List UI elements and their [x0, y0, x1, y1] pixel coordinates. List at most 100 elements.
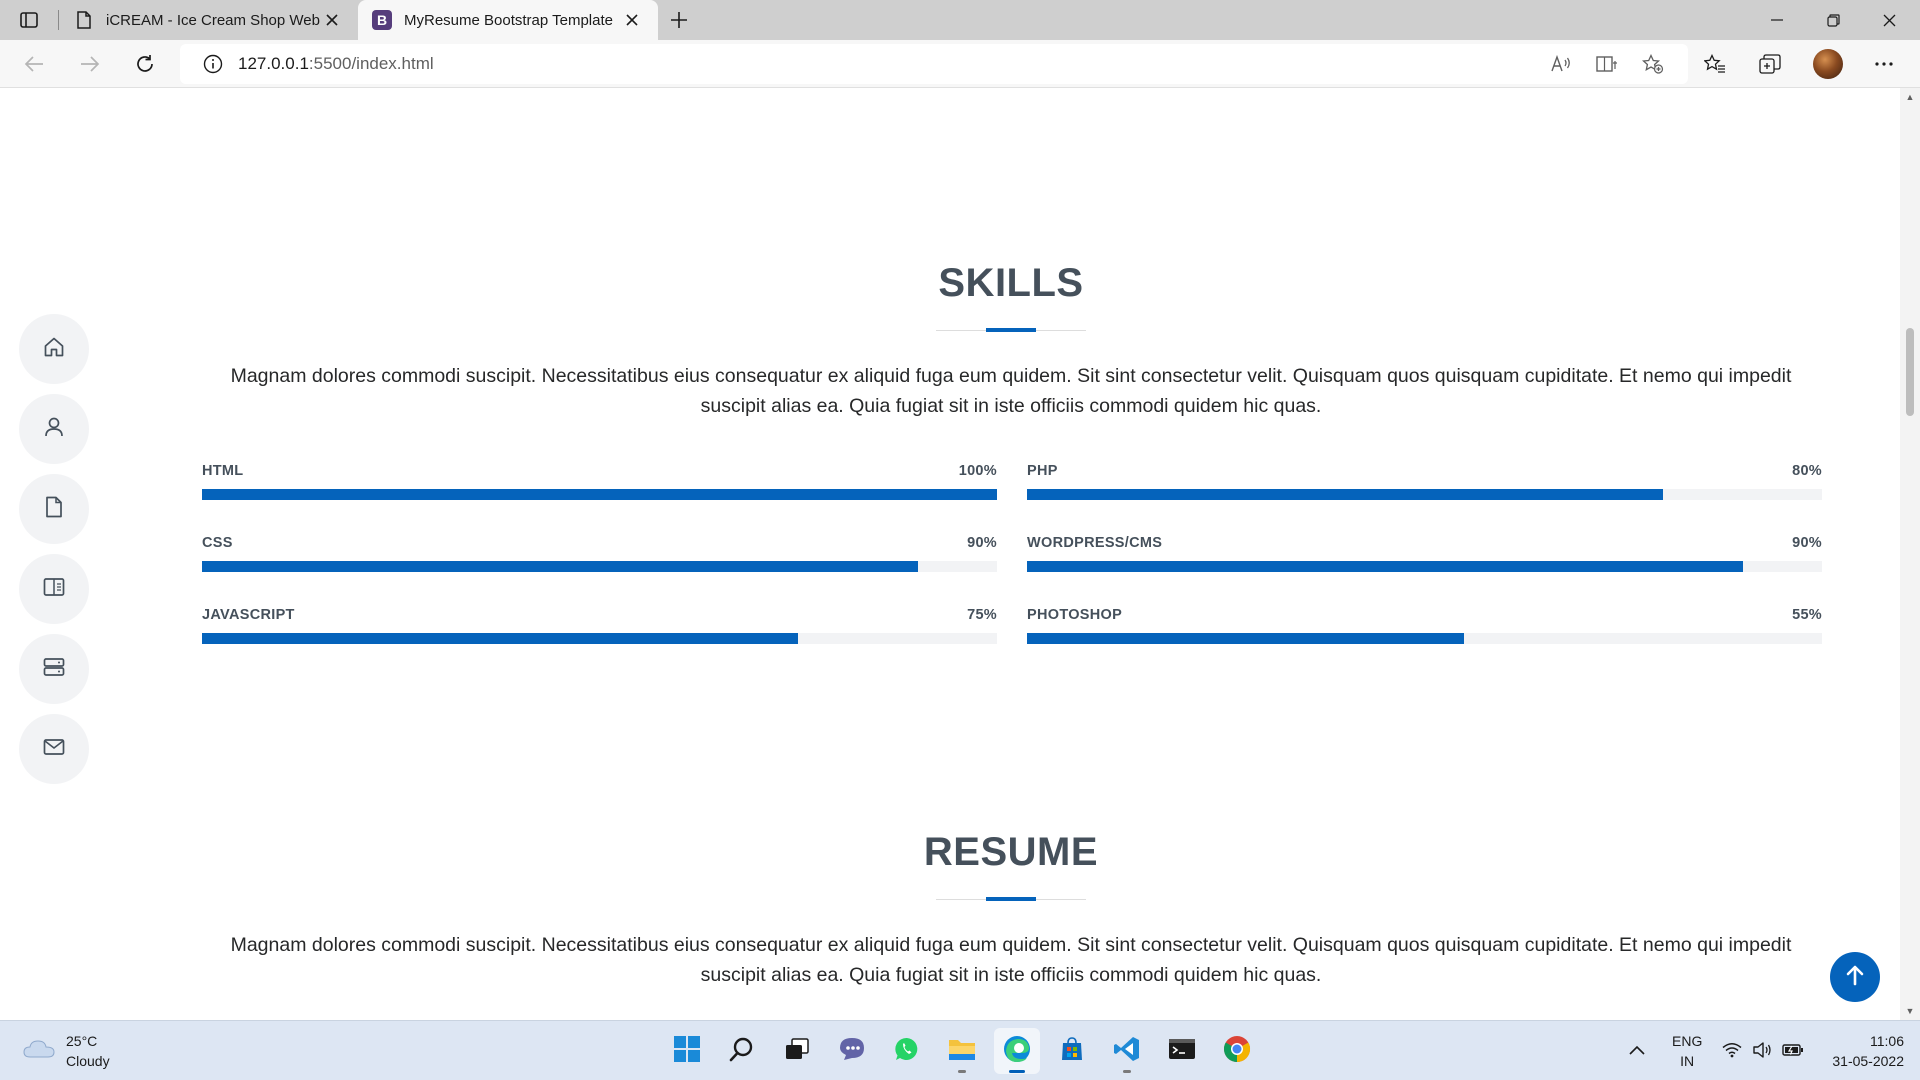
close-icon[interactable] [320, 8, 344, 32]
new-tab-button[interactable] [664, 6, 694, 34]
resume-title: RESUME [923, 830, 1099, 874]
progress-fill [202, 561, 918, 572]
close-window-button[interactable] [1861, 0, 1917, 40]
folder-icon [947, 1036, 977, 1067]
tab-title: MyResume Bootstrap Template [404, 11, 613, 29]
back-button[interactable] [16, 48, 52, 80]
user-icon [43, 416, 65, 443]
chat-icon [838, 1036, 866, 1067]
progress-fill [202, 489, 997, 500]
weather-widget[interactable]: 25°C Cloudy [22, 1031, 110, 1071]
store-button[interactable] [1049, 1028, 1095, 1074]
skills-section: SKILLS Magnam dolores commodi suscipit. … [200, 261, 1822, 421]
nav-about[interactable] [19, 394, 89, 464]
skill-name: WORDPRESS/CMS [1027, 535, 1163, 551]
nav-home[interactable] [19, 314, 89, 384]
close-icon[interactable] [620, 8, 644, 32]
arrow-up-icon [1845, 964, 1865, 991]
weather-desc: Cloudy [66, 1053, 110, 1069]
skill-percent: 90% [967, 535, 997, 551]
file-explorer-button[interactable] [939, 1028, 985, 1074]
favorites-icon[interactable] [1695, 48, 1735, 80]
edge-button[interactable] [994, 1028, 1040, 1074]
language-indicator[interactable]: ENG IN [1672, 1021, 1702, 1080]
lang-bottom: IN [1680, 1053, 1695, 1069]
quick-settings[interactable] [1722, 1021, 1804, 1080]
search-button[interactable] [719, 1028, 765, 1074]
cloud-icon [22, 1037, 56, 1066]
lang-top: ENG [1672, 1033, 1703, 1049]
running-indicator [1123, 1070, 1131, 1073]
info-icon[interactable] [202, 53, 224, 75]
divider-accent [986, 328, 1036, 332]
page-viewport: SKILLS Magnam dolores commodi suscipit. … [0, 88, 1920, 1020]
nav-services[interactable] [19, 634, 89, 704]
nav-portfolio[interactable] [19, 554, 89, 624]
whatsapp-button[interactable] [884, 1028, 930, 1074]
tab-actions-icon[interactable] [14, 8, 44, 32]
skill-name: CSS [202, 535, 233, 551]
search-icon [729, 1036, 755, 1067]
clock[interactable]: 11:06 31-05-2022 [1832, 1031, 1904, 1071]
more-menu-icon[interactable] [1864, 48, 1904, 80]
title-divider [936, 897, 1086, 902]
bootstrap-letter: B [377, 12, 387, 28]
whatsapp-icon [894, 1036, 920, 1067]
task-view-icon [784, 1037, 810, 1066]
skill-wordpress: WORDPRESS/CMS 90% [1027, 535, 1822, 572]
skill-name: JAVASCRIPT [202, 607, 295, 623]
add-favorite-icon[interactable] [1636, 48, 1670, 80]
read-aloud-icon[interactable] [1544, 48, 1578, 80]
start-button[interactable] [664, 1028, 710, 1074]
terminal-icon [1168, 1037, 1196, 1066]
nav-resume[interactable] [19, 474, 89, 544]
address-bar[interactable]: 127.0.0.1:5500/index.html [180, 44, 1688, 84]
progress-fill [1027, 489, 1663, 500]
server-icon [43, 657, 65, 682]
collections-icon[interactable] [1750, 48, 1790, 80]
page-scrollbar[interactable]: ▲ ▼ [1900, 88, 1920, 1020]
scroll-up-arrow-icon[interactable]: ▲ [1904, 92, 1916, 102]
task-view-button[interactable] [774, 1028, 820, 1074]
scroll-thumb[interactable] [1906, 328, 1914, 416]
skill-name: PHP [1027, 463, 1058, 479]
url-host: 127.0.0.1 [238, 54, 309, 73]
refresh-button[interactable] [127, 48, 163, 80]
file-icon [44, 496, 64, 523]
tab-title: iCREAM - Ice Cream Shop Website [106, 11, 320, 29]
progress-track [1027, 489, 1822, 500]
progress-fill [202, 633, 799, 644]
chrome-button[interactable] [1214, 1028, 1260, 1074]
battery-icon [1782, 1043, 1804, 1060]
restore-button[interactable] [1805, 0, 1861, 40]
profile-avatar[interactable] [1813, 49, 1843, 79]
scroll-down-arrow-icon[interactable]: ▼ [1904, 1006, 1916, 1016]
skills-title: SKILLS [938, 261, 1084, 305]
minimize-button[interactable] [1749, 0, 1805, 40]
skills-description: Magnam dolores commodi suscipit. Necessi… [230, 365, 1792, 417]
skill-percent: 90% [1792, 535, 1822, 551]
skills-grid: HTML 100% CSS 90% JAVASCRIPT 75% PHP 80% WOR… [202, 463, 1822, 679]
skill-php: PHP 80% [1027, 463, 1822, 500]
teams-chat-button[interactable] [829, 1028, 875, 1074]
immersive-reader-icon[interactable] [1590, 48, 1624, 80]
progress-fill [1027, 633, 1465, 644]
store-icon [1059, 1036, 1085, 1067]
skill-name: HTML [202, 463, 244, 479]
nav-contact[interactable] [19, 714, 89, 784]
terminal-button[interactable] [1159, 1028, 1205, 1074]
divider-accent [986, 897, 1036, 901]
resume-description: Magnam dolores commodi suscipit. Necessi… [230, 934, 1792, 986]
tab-icream[interactable]: iCREAM - Ice Cream Shop Website [60, 0, 358, 40]
vscode-button[interactable] [1104, 1028, 1150, 1074]
browser-toolbar: 127.0.0.1:5500/index.html [0, 40, 1920, 88]
progress-track [202, 561, 997, 572]
tab-myresume[interactable]: B MyResume Bootstrap Template [358, 0, 658, 40]
title-divider [936, 328, 1086, 333]
forward-button[interactable] [72, 48, 108, 80]
back-to-top-button[interactable] [1830, 952, 1880, 1002]
url-path: :5500/index.html [308, 54, 434, 73]
envelope-icon [43, 738, 65, 761]
skill-javascript: JAVASCRIPT 75% [202, 607, 997, 644]
chevron-up-icon[interactable] [1628, 1043, 1646, 1059]
